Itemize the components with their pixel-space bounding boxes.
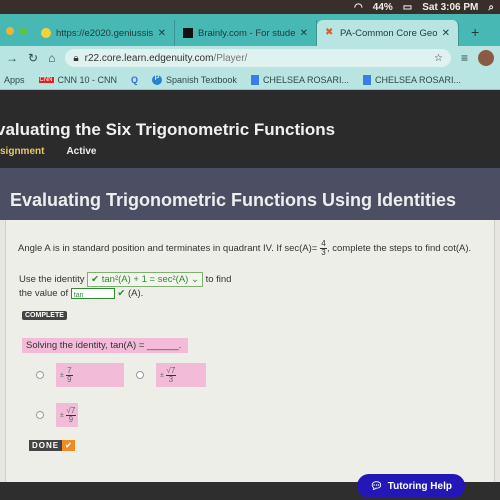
lesson-title: valuating the Six Trigonometric Function… xyxy=(0,120,336,139)
content-area: Angle A is in standard position and term… xyxy=(0,220,500,482)
battery-icon[interactable]: ▭ xyxy=(403,2,412,13)
home-icon[interactable]: ⌂ xyxy=(48,51,55,65)
activity-title: Evaluating Trigonometric Functions Using… xyxy=(10,190,457,210)
bookmark-chelsea-2[interactable]: CHELSEA ROSARI... xyxy=(362,74,461,85)
complete-badge: COMPLETE xyxy=(22,311,67,320)
bookmark-apps[interactable]: Apps xyxy=(4,75,25,85)
edgenuity-icon: ✖ xyxy=(325,27,334,38)
brainly-icon xyxy=(183,28,193,38)
assignment-type: signment xyxy=(0,146,45,157)
profile-avatar[interactable] xyxy=(478,50,494,66)
tab-edgenuity[interactable]: ✖ PA-Common Core Geome ✕ xyxy=(317,20,459,46)
bookmark-chelsea-1[interactable]: CHELSEA ROSARI... xyxy=(250,74,349,85)
tutoring-help-button[interactable]: 💬︎ Tutoring Help xyxy=(357,474,465,498)
check-icon: ✔ xyxy=(117,288,126,299)
check-icon: ✔ xyxy=(91,274,100,285)
done-button[interactable]: DONE ✔ xyxy=(29,440,75,451)
chevron-down-icon: ⌄ xyxy=(190,274,199,285)
bookmark-cnn[interactable]: CNN CNN 10 - CNN xyxy=(38,75,117,85)
star-icon[interactable]: ☆ xyxy=(434,53,443,64)
docs-icon xyxy=(362,74,371,85)
answer-option-2[interactable]: ± √7 3 xyxy=(136,363,206,387)
search-icon[interactable]: ⌕ xyxy=(488,2,494,13)
question-card: Angle A is in standard position and term… xyxy=(5,220,495,482)
q-icon: Q xyxy=(131,74,139,85)
os-menubar: ◠ 44% ▭ Sat 3:06 PM ⌕ xyxy=(0,0,500,14)
solve-prompt: Solving the identity, tan(A) = ______. xyxy=(22,338,188,353)
browser-toolbar: → ↻ ⌂ 🔒︎ r22.core.learn.edgenuity.com/Pl… xyxy=(0,46,500,70)
clock[interactable]: Sat 3:06 PM xyxy=(422,2,478,13)
cnn-icon: CNN xyxy=(38,76,54,83)
forward-icon[interactable]: → xyxy=(6,51,18,65)
radio-button[interactable] xyxy=(36,371,44,379)
bookmark-spanish-textbook[interactable]: P Spanish Textbook xyxy=(152,74,237,85)
lesson-header: valuating the Six Trigonometric Function… xyxy=(0,90,500,168)
identity-dropdown[interactable]: ✔ tan²(A) + 1 = sec²(A) ⌄ xyxy=(87,272,203,287)
battery-percent: 44% xyxy=(372,1,393,13)
activity-banner: Evaluating Trigonometric Functions Using… xyxy=(0,168,500,220)
identity-step: Use the identity ✔ tan²(A) + 1 = sec²(A)… xyxy=(19,272,232,299)
radio-button[interactable] xyxy=(136,371,144,379)
tab-brainly[interactable]: Brainly.com - For student ✕ xyxy=(175,20,317,46)
close-tab-icon[interactable]: ✕ xyxy=(300,28,308,39)
maximize-button[interactable] xyxy=(19,27,27,35)
lock-icon: 🔒︎ xyxy=(73,52,79,64)
answer-option-1[interactable]: ±7 9 xyxy=(36,363,124,387)
reload-icon[interactable]: ↻ xyxy=(28,51,38,65)
sec-fraction: 43 xyxy=(319,239,327,257)
radio-button[interactable] xyxy=(36,411,44,419)
trig-function-input[interactable]: tan xyxy=(70,287,115,299)
address-bar[interactable]: 🔒︎ r22.core.learn.edgenuity.com/Player/ … xyxy=(65,49,451,67)
bulb-icon xyxy=(41,28,51,38)
close-tab-icon[interactable]: ✕ xyxy=(442,28,450,39)
assignment-status: Active xyxy=(66,146,97,157)
chat-bubble-icon: 💬︎ xyxy=(370,480,383,492)
tab-bar: https://e2020.geniussis.c ✕ Brainly.com … xyxy=(0,14,500,46)
wifi-icon[interactable]: ◠ xyxy=(354,2,363,13)
close-tab-icon[interactable]: ✕ xyxy=(158,28,166,39)
question-text: Angle A is in standard position and term… xyxy=(18,239,472,257)
minimize-button[interactable] xyxy=(6,27,14,35)
docs-icon xyxy=(250,74,259,85)
p-icon: P xyxy=(152,74,163,85)
bookmarks-bar: Apps CNN CNN 10 - CNN Q P Spanish Textbook… xyxy=(0,70,500,90)
reading-list-icon[interactable]: ≡ xyxy=(461,51,468,65)
bookmark-q[interactable]: Q xyxy=(131,75,138,85)
answer-option-3[interactable]: ± √7 9 xyxy=(36,403,78,427)
new-tab-button[interactable]: + xyxy=(459,24,479,46)
tab-geniussis[interactable]: https://e2020.geniussis.c ✕ xyxy=(33,20,175,46)
check-icon: ✔ xyxy=(62,440,75,451)
